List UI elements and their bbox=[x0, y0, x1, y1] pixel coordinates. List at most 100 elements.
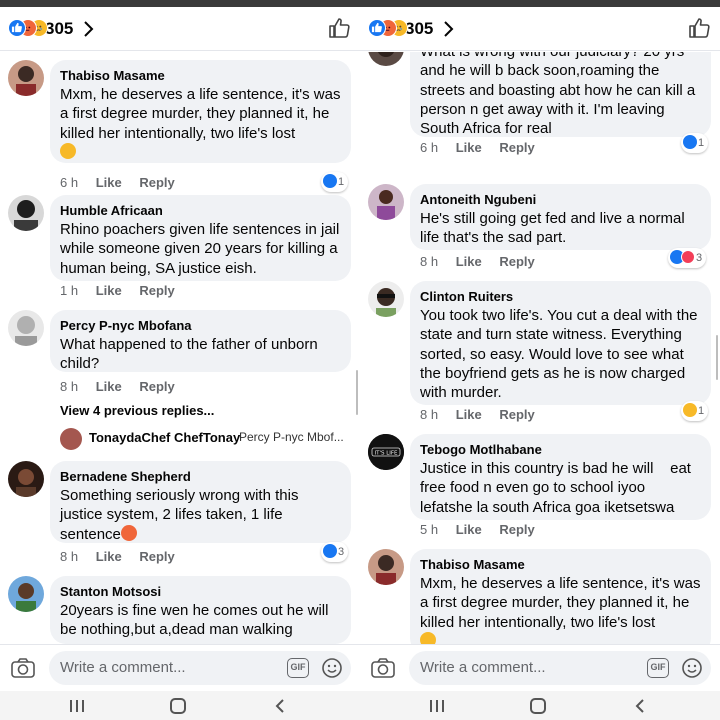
scrollbar[interactable] bbox=[356, 370, 358, 415]
comment-list: Thabiso Masame Mxm, he deserves a life s… bbox=[0, 52, 360, 644]
comment-time: 8 h bbox=[420, 407, 439, 422]
comment-bubble[interactable]: Humble Africaan Rhino poachers given lif… bbox=[50, 195, 351, 281]
svg-text:IT'S LIFE: IT'S LIFE bbox=[374, 451, 398, 457]
status-bar bbox=[360, 0, 720, 7]
avatar[interactable] bbox=[8, 60, 44, 96]
avatar[interactable] bbox=[368, 549, 404, 585]
comment-bubble[interactable]: Thabiso Masame Mxm, he deserves a life s… bbox=[410, 549, 711, 644]
chevron-right-icon[interactable] bbox=[82, 20, 94, 43]
like-button[interactable]: Like bbox=[456, 254, 482, 269]
comment-time: 8 h bbox=[60, 379, 79, 394]
comment-bubble[interactable]: Antoneith Ngubeni He's still going get f… bbox=[410, 184, 711, 250]
reply-button[interactable]: Reply bbox=[499, 407, 534, 422]
avatar[interactable] bbox=[8, 461, 44, 497]
comment-reactions[interactable]: 1 bbox=[681, 133, 709, 153]
comment-meta: 5 h Like Reply bbox=[420, 521, 549, 539]
smiley-icon[interactable] bbox=[681, 657, 703, 684]
comment-author[interactable]: Stanton Motsosi bbox=[60, 583, 341, 601]
comment-author[interactable]: Clinton Ruiters bbox=[420, 288, 701, 306]
comment-reactions[interactable]: 3 bbox=[668, 248, 707, 268]
android-nav-bar bbox=[360, 691, 720, 720]
like-button[interactable]: Like bbox=[456, 140, 482, 155]
comment-bubble[interactable]: Tebogo Motlhabane Justice in this countr… bbox=[410, 434, 711, 520]
reply-button[interactable]: Reply bbox=[499, 140, 534, 155]
comment-input[interactable]: Write a comment... GIF bbox=[49, 651, 351, 685]
comment-input-placeholder: Write a comment... bbox=[60, 659, 186, 676]
comment-text: He's still going get fed and live a norm… bbox=[420, 210, 685, 247]
reply-button[interactable]: Reply bbox=[139, 379, 174, 394]
avatar[interactable]: IT'S LIFE bbox=[368, 434, 404, 470]
smiley-icon[interactable] bbox=[321, 657, 343, 684]
thumbs-up-icon[interactable] bbox=[328, 17, 350, 44]
camera-icon[interactable] bbox=[10, 657, 36, 684]
comment-text: Rhino poachers given life sentences in j… bbox=[60, 221, 340, 277]
reaction-count[interactable]: 305 bbox=[45, 19, 73, 39]
like-button[interactable]: Like bbox=[96, 283, 122, 298]
comment-bubble[interactable]: Thabiso Masame Mxm, he deserves a life s… bbox=[50, 60, 351, 163]
comment-reactions[interactable]: 1 bbox=[681, 401, 709, 421]
comment-composer: Write a comment... GIF bbox=[360, 644, 720, 691]
avatar[interactable] bbox=[8, 576, 44, 612]
comment-author[interactable]: Thabiso Masame bbox=[420, 556, 701, 574]
reply-button[interactable]: Reply bbox=[139, 283, 174, 298]
comment-bubble[interactable]: What is wrong with our judiciary? 20 yrs… bbox=[410, 52, 711, 137]
avatar[interactable] bbox=[8, 310, 44, 346]
comment-author[interactable]: Bernadene Shepherd bbox=[60, 468, 341, 486]
chevron-right-icon[interactable] bbox=[442, 20, 454, 43]
home-icon[interactable] bbox=[530, 698, 546, 714]
comment-meta: 1 h Like Reply bbox=[60, 282, 189, 300]
reply-button[interactable]: Reply bbox=[139, 549, 174, 564]
comment-input-placeholder: Write a comment... bbox=[420, 659, 546, 676]
comment-text: Something seriously wrong with this just… bbox=[60, 487, 299, 543]
comment-reactions[interactable]: 1 bbox=[321, 172, 349, 192]
scrollbar[interactable] bbox=[716, 335, 718, 380]
gif-icon[interactable]: GIF bbox=[647, 658, 669, 678]
comment-composer: Write a comment... GIF bbox=[0, 644, 360, 691]
comment-author[interactable]: Humble Africaan bbox=[60, 202, 341, 220]
like-reaction-icon bbox=[368, 19, 386, 37]
view-previous-replies-link[interactable]: View 4 previous replies... bbox=[60, 403, 214, 418]
status-bar bbox=[0, 0, 360, 7]
comment-author[interactable]: Thabiso Masame bbox=[60, 67, 341, 85]
reply-button[interactable]: Reply bbox=[139, 175, 174, 190]
comment-input[interactable]: Write a comment... GIF bbox=[409, 651, 711, 685]
comment-meta: 8 h Like Reply bbox=[60, 378, 189, 396]
avatar[interactable] bbox=[368, 281, 404, 317]
comment-bubble[interactable]: Percy P-nyc Mbofana What happened to the… bbox=[50, 310, 351, 372]
comment-author[interactable]: Tebogo Motlhabane bbox=[420, 441, 701, 459]
reply-preview[interactable]: TonaydaChef ChefTonay Percy P-nyc Mbof..… bbox=[60, 427, 355, 451]
gif-icon[interactable]: GIF bbox=[287, 658, 309, 678]
avatar[interactable] bbox=[8, 195, 44, 231]
avatar[interactable] bbox=[368, 184, 404, 220]
comment-time: 1 h bbox=[60, 283, 79, 298]
comment-reactions[interactable]: 3 bbox=[321, 542, 349, 562]
like-button[interactable]: Like bbox=[456, 407, 482, 422]
camera-icon[interactable] bbox=[370, 657, 396, 684]
back-icon[interactable] bbox=[634, 699, 646, 718]
angry-emoji-icon bbox=[120, 524, 137, 541]
like-button[interactable]: Like bbox=[456, 522, 482, 537]
reply-button[interactable]: Reply bbox=[499, 254, 534, 269]
like-button[interactable]: Like bbox=[96, 549, 122, 564]
comment-author[interactable]: Antoneith Ngubeni bbox=[420, 191, 701, 209]
comment-author[interactable]: Percy P-nyc Mbofana bbox=[60, 317, 341, 335]
reaction-count[interactable]: 305 bbox=[405, 19, 433, 39]
avatar[interactable] bbox=[368, 52, 404, 66]
like-button[interactable]: Like bbox=[96, 379, 122, 394]
reply-text: Percy P-nyc Mbof... bbox=[239, 430, 344, 444]
reactions-header: 305 bbox=[360, 7, 720, 51]
reactions-header: 305 bbox=[0, 7, 360, 51]
comment-bubble[interactable]: Clinton Ruiters You took two life's. You… bbox=[410, 281, 711, 405]
android-nav-bar bbox=[0, 691, 360, 720]
comment-bubble[interactable]: Bernadene Shepherd Something seriously w… bbox=[50, 461, 351, 543]
thumbs-up-icon[interactable] bbox=[688, 17, 710, 44]
comment-bubble[interactable]: Stanton Motsosi 20years is fine wen he c… bbox=[50, 576, 351, 644]
menu-icon[interactable] bbox=[429, 699, 445, 718]
comment-meta: 6 h Like Reply bbox=[420, 139, 549, 157]
menu-icon[interactable] bbox=[69, 699, 85, 718]
back-icon[interactable] bbox=[274, 699, 286, 718]
like-button[interactable]: Like bbox=[96, 175, 122, 190]
like-reaction-icon bbox=[683, 135, 697, 149]
reply-button[interactable]: Reply bbox=[499, 522, 534, 537]
home-icon[interactable] bbox=[170, 698, 186, 714]
